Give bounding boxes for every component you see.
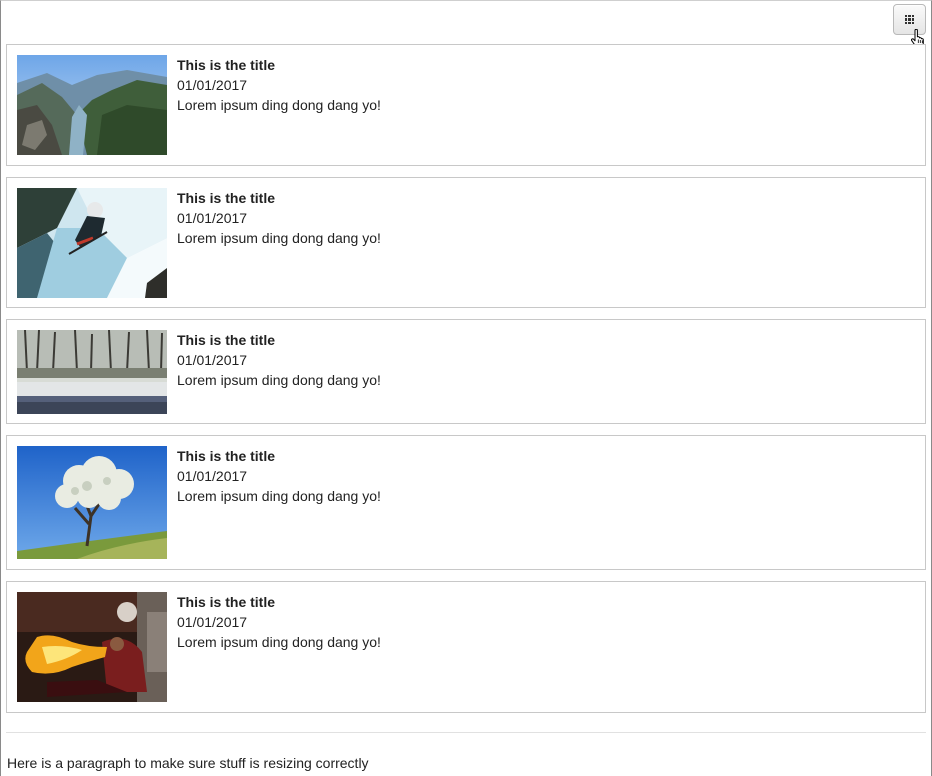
item-date: 01/01/2017	[177, 210, 248, 226]
item-text: This is the title 01/01/2017 Lorem ipsum…	[167, 446, 381, 506]
item-title: This is the title	[177, 190, 276, 206]
item-date: 01/01/2017	[177, 352, 248, 368]
list-item[interactable]: This is the title 01/01/2017 Lorem ipsum…	[6, 435, 926, 570]
item-text: This is the title 01/01/2017 Lorem ipsum…	[167, 592, 381, 652]
item-title: This is the title	[177, 594, 276, 610]
page-frame: This is the title 01/01/2017 Lorem ipsum…	[0, 0, 932, 776]
media-list: This is the title 01/01/2017 Lorem ipsum…	[6, 44, 926, 724]
list-item[interactable]: This is the title 01/01/2017 Lorem ipsum…	[6, 44, 926, 166]
item-text: This is the title 01/01/2017 Lorem ipsum…	[167, 188, 381, 248]
fire-breather-image	[17, 592, 167, 702]
thumbnail-image	[17, 592, 167, 702]
list-item[interactable]: This is the title 01/01/2017 Lorem ipsum…	[6, 319, 926, 424]
item-description: Lorem ipsum ding dong dang yo!	[177, 634, 381, 650]
item-description: Lorem ipsum ding dong dang yo!	[177, 372, 381, 388]
item-date: 01/01/2017	[177, 468, 248, 484]
winter-lake-trees-image	[17, 330, 167, 414]
item-description: Lorem ipsum ding dong dang yo!	[177, 488, 381, 504]
list-item[interactable]: This is the title 01/01/2017 Lorem ipsum…	[6, 177, 926, 308]
thumbnail-image	[17, 330, 167, 414]
grid-icon	[904, 14, 915, 25]
toolbar	[893, 4, 926, 47]
item-text: This is the title 01/01/2017 Lorem ipsum…	[167, 55, 381, 115]
footer-paragraph: Here is a paragraph to make sure stuff i…	[7, 755, 369, 771]
item-title: This is the title	[177, 57, 276, 73]
item-text: This is the title 01/01/2017 Lorem ipsum…	[167, 330, 381, 390]
item-title: This is the title	[177, 448, 276, 464]
item-description: Lorem ipsum ding dong dang yo!	[177, 230, 381, 246]
horizontal-divider	[6, 732, 926, 733]
list-item[interactable]: This is the title 01/01/2017 Lorem ipsum…	[6, 581, 926, 713]
fjord-mountain-image	[17, 55, 167, 155]
whitewater-kayaker-image	[17, 188, 167, 298]
item-description: Lorem ipsum ding dong dang yo!	[177, 97, 381, 113]
item-title: This is the title	[177, 332, 276, 348]
thumbnail-image	[17, 55, 167, 155]
item-date: 01/01/2017	[177, 77, 248, 93]
item-date: 01/01/2017	[177, 614, 248, 630]
grid-view-toggle-button[interactable]	[893, 4, 926, 35]
thumbnail-image	[17, 446, 167, 559]
thumbnail-image	[17, 188, 167, 298]
blossoming-tree-image	[17, 446, 167, 559]
